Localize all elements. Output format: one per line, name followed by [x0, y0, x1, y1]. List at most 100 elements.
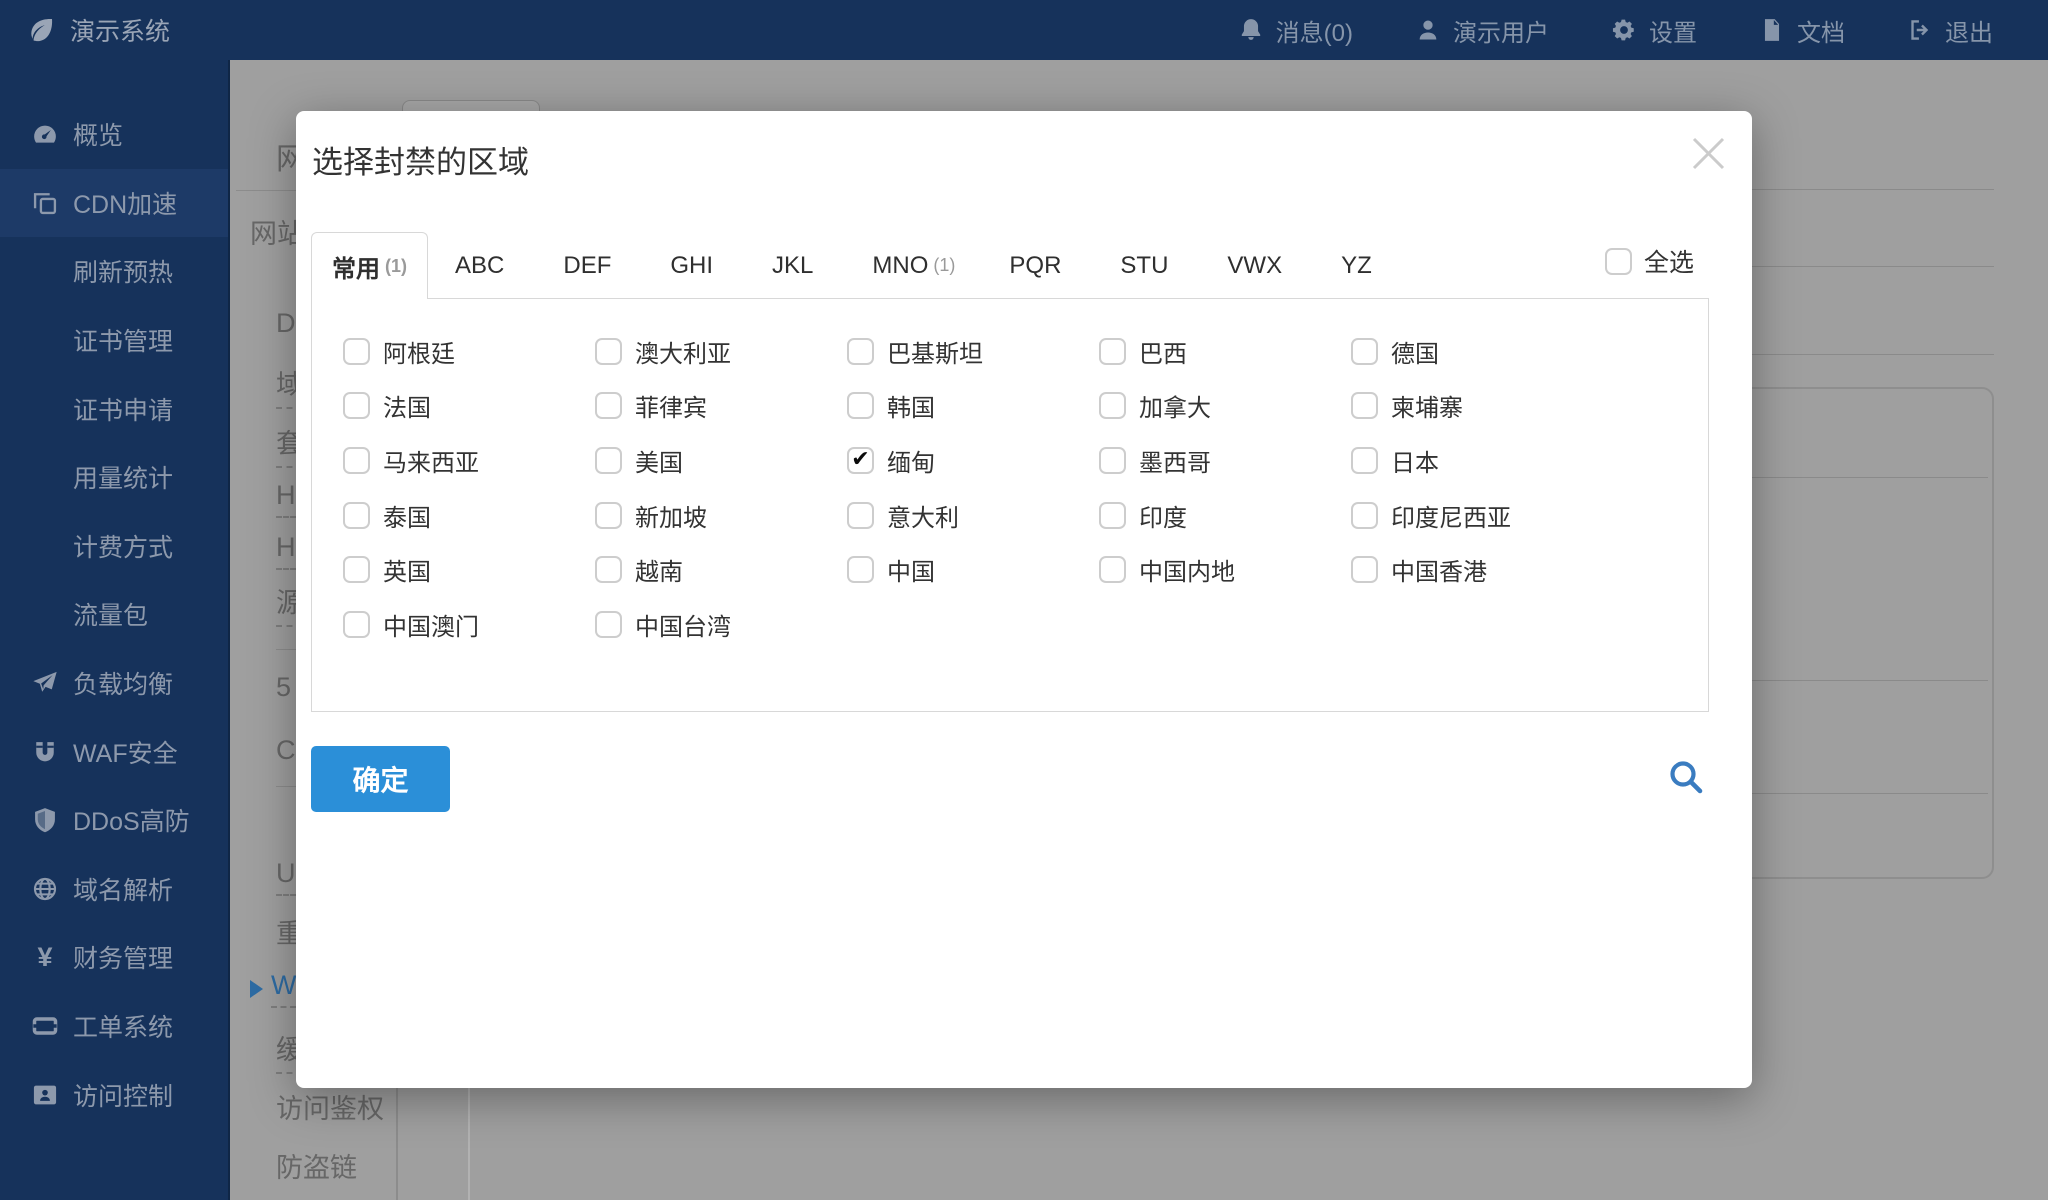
region-checkbox-item[interactable]: ✔ 韩国 — [847, 379, 1099, 434]
region-label: 澳大利亚 — [635, 334, 731, 369]
region-checkbox-item[interactable]: ✔ 中国内地 — [1099, 542, 1351, 597]
region-label: 韩国 — [887, 388, 935, 423]
confirm-button[interactable]: 确定 — [311, 746, 450, 812]
region-checkbox-item[interactable]: ✔ 阿根廷 — [343, 324, 595, 379]
region-checkbox[interactable]: ✔ — [343, 392, 370, 419]
region-checkbox[interactable]: ✔ — [595, 611, 622, 638]
region-checkbox-item[interactable]: ✔ 印度尼西亚 — [1351, 488, 1603, 543]
region-checkbox-item[interactable]: ✔ 德国 — [1351, 324, 1603, 379]
region-checkbox[interactable]: ✔ — [1351, 556, 1378, 583]
region-checkbox-item[interactable]: ✔ 英国 — [343, 542, 595, 597]
topbar-menu-item[interactable]: 退出 — [1876, 13, 2024, 48]
sidebar-item[interactable]: 证书管理 — [0, 306, 228, 375]
region-checkbox[interactable]: ✔ — [343, 447, 370, 474]
region-checkbox-item[interactable]: ✔ 美国 — [595, 433, 847, 488]
region-checkbox-item[interactable]: ✔ 缅甸 — [847, 433, 1099, 488]
region-checkbox[interactable]: ✔ — [1351, 392, 1378, 419]
region-checkbox[interactable]: ✔ — [595, 392, 622, 419]
screen: 网 网站 D 域 套 H H 源 5 C U 重 W 缓 访问鉴 — [0, 0, 2048, 1200]
region-checkbox-item[interactable]: ✔ 中国澳门 — [343, 597, 595, 652]
region-checkbox-item[interactable]: ✔ 中国 — [847, 542, 1099, 597]
region-checkbox[interactable]: ✔ — [595, 338, 622, 365]
region-checkbox[interactable]: ✔ — [1099, 502, 1126, 529]
region-block-modal: 选择封禁的区域 常用(1) ABC DEF GHI JKL MNO(1) PQR… — [296, 111, 1752, 1088]
sidebar-item[interactable]: DDoS高防 — [0, 786, 228, 855]
region-checkbox-item[interactable]: ✔ 越南 — [595, 542, 847, 597]
tab[interactable]: YZ — [1314, 232, 1404, 299]
region-checkbox-item[interactable]: ✔ 加拿大 — [1099, 379, 1351, 434]
region-checkbox-item[interactable]: ✔ 巴基斯坦 — [847, 324, 1099, 379]
topbar-menu-item[interactable]: 消息(0) — [1207, 13, 1384, 48]
sidebar-item[interactable]: WAF安全 — [0, 717, 228, 786]
sidebar-item[interactable]: 工单系统 — [0, 992, 228, 1061]
search-icon[interactable] — [1666, 757, 1706, 797]
close-icon[interactable] — [1686, 131, 1731, 176]
region-checkbox[interactable]: ✔ — [343, 338, 370, 365]
tab[interactable]: DEF — [536, 232, 643, 299]
region-checkbox-item[interactable]: ✔ 中国香港 — [1351, 542, 1603, 597]
region-checkbox-item[interactable]: ✔ 巴西 — [1099, 324, 1351, 379]
sidebar-item[interactable]: 域名解析 — [0, 855, 228, 924]
region-checkbox[interactable]: ✔ — [847, 556, 874, 583]
sidebar-item[interactable]: 用量统计 — [0, 443, 228, 512]
sidebar-item[interactable]: 证书申请 — [0, 374, 228, 443]
sidebar-item[interactable]: 刷新预热 — [0, 237, 228, 306]
background-scrollbar[interactable] — [468, 1088, 470, 1200]
sidebar-item[interactable]: 流量包 — [0, 580, 228, 649]
sidebar-item[interactable]: 访问控制 — [0, 1060, 228, 1129]
region-checkbox[interactable]: ✔ — [343, 556, 370, 583]
region-checkbox[interactable]: ✔ — [1351, 338, 1378, 365]
background-partial-text: W — [250, 970, 296, 1008]
region-checkbox[interactable]: ✔ — [1351, 502, 1378, 529]
regions-panel: ✔ 阿根廷 ✔ 澳大利亚 ✔ 巴基斯坦 ✔ 巴西 ✔ 德国 ✔ 法国 ✔ 菲律宾… — [311, 298, 1709, 712]
shield-icon — [30, 805, 60, 835]
region-checkbox[interactable]: ✔ — [847, 338, 874, 365]
region-checkbox-item[interactable]: ✔ 意大利 — [847, 488, 1099, 543]
tab[interactable]: MNO(1) — [845, 232, 982, 299]
tab[interactable]: GHI — [643, 232, 745, 299]
region-checkbox[interactable]: ✔ — [847, 502, 874, 529]
region-checkbox-item[interactable]: ✔ 菲律宾 — [595, 379, 847, 434]
region-checkbox[interactable]: ✔ — [1099, 556, 1126, 583]
region-checkbox-item[interactable]: ✔ 马来西亚 — [343, 433, 595, 488]
tab[interactable]: ABC — [428, 232, 536, 299]
sidebar-item[interactable]: 计费方式 — [0, 512, 228, 581]
region-checkbox-item[interactable]: ✔ 柬埔寨 — [1351, 379, 1603, 434]
topbar-menu-item[interactable]: 文档 — [1728, 13, 1876, 48]
region-checkbox[interactable]: ✔ — [595, 556, 622, 583]
region-checkbox-item[interactable]: ✔ 印度 — [1099, 488, 1351, 543]
region-label: 中国澳门 — [383, 607, 479, 642]
region-checkbox-item[interactable]: ✔ 墨西哥 — [1099, 433, 1351, 488]
region-checkbox-item[interactable]: ✔ 日本 — [1351, 433, 1603, 488]
sidebar-item[interactable]: CDN加速 — [0, 169, 228, 238]
region-checkbox-item[interactable]: ✔ 新加坡 — [595, 488, 847, 543]
region-checkbox-item[interactable]: ✔ 泰国 — [343, 488, 595, 543]
select-all[interactable]: ✔ 全选 — [1605, 243, 1694, 279]
tab[interactable]: PQR — [982, 232, 1093, 299]
region-checkbox[interactable]: ✔ — [595, 447, 622, 474]
sidebar-item[interactable]: 概览 — [0, 100, 228, 169]
tab[interactable]: 常用(1) — [311, 232, 428, 299]
topbar-menu-item[interactable]: 演示用户 — [1384, 13, 1580, 48]
region-checkbox[interactable]: ✔ — [1351, 447, 1378, 474]
region-checkbox-item[interactable]: ✔ 澳大利亚 — [595, 324, 847, 379]
region-checkbox-item[interactable]: ✔ 法国 — [343, 379, 595, 434]
region-checkbox-item[interactable]: ✔ 中国台湾 — [595, 597, 847, 652]
tab[interactable]: JKL — [745, 232, 845, 299]
region-label: 巴基斯坦 — [887, 334, 983, 369]
region-checkbox[interactable]: ✔ — [847, 447, 874, 474]
region-checkbox[interactable]: ✔ — [847, 392, 874, 419]
region-checkbox[interactable]: ✔ — [1099, 447, 1126, 474]
region-checkbox[interactable]: ✔ — [343, 502, 370, 529]
region-checkbox[interactable]: ✔ — [595, 502, 622, 529]
tab[interactable]: VWX — [1200, 232, 1314, 299]
select-all-checkbox[interactable]: ✔ — [1605, 248, 1632, 275]
region-checkbox[interactable]: ✔ — [343, 611, 370, 638]
sidebar-item[interactable]: 负载均衡 — [0, 649, 228, 718]
sidebar-item[interactable]: ¥ 财务管理 — [0, 923, 228, 992]
region-checkbox[interactable]: ✔ — [1099, 392, 1126, 419]
brand[interactable]: 演示系统 — [0, 12, 170, 48]
topbar-menu-item[interactable]: 设置 — [1580, 13, 1728, 48]
region-checkbox[interactable]: ✔ — [1099, 338, 1126, 365]
tab[interactable]: STU — [1093, 232, 1200, 299]
